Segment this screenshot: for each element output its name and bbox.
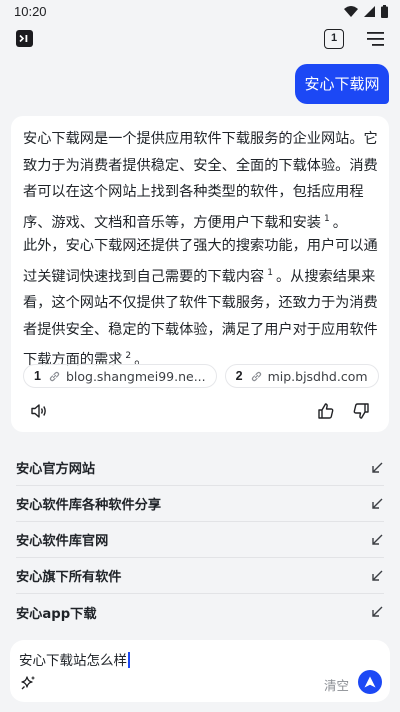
sparkle-icon[interactable] [19,674,37,696]
app-logo-icon[interactable] [16,30,33,47]
speaker-icon[interactable] [30,403,48,423]
wifi-icon [344,6,358,17]
source-domain: mip.bjsdhd.com [267,368,368,384]
status-bar: 10:20 [0,0,400,24]
suggestion-label: 安心官方网站 [16,462,96,477]
arrow-down-left-icon [370,605,384,619]
status-icons [344,5,388,18]
sources-list: 1 blog.shangmei99.ne... 2 mip.bjsdhd.com [23,364,379,388]
arrow-down-left-icon [370,497,384,511]
source-chip[interactable]: 1 blog.shangmei99.ne... [23,364,217,388]
battery-icon [381,5,388,18]
tabs-button[interactable]: 1 [324,29,344,49]
user-message-bubble: 安心下载网 [295,64,389,104]
citation-ref[interactable]: 1 [324,214,330,224]
chat-input-box[interactable]: 安心下载站怎么样 清空 [10,640,390,702]
chat-input[interactable]: 安心下载站怎么样 [19,649,130,669]
answer-actions [11,399,389,425]
citation-ref[interactable]: 1 [267,268,273,278]
thumbs-down-icon[interactable] [352,402,370,424]
suggestion-list: 安心官方网站 安心软件库各种软件分享 安心软件库官网 安心旗下所有软件 安心ap… [16,450,384,630]
send-button[interactable] [358,670,382,694]
signal-icon [364,6,375,17]
citation-ref[interactable]: 2 [125,351,131,361]
source-domain: blog.shangmei99.ne... [65,368,206,384]
suggestion-label: 安心软件库官网 [16,534,109,549]
source-number: 2 [235,369,243,383]
link-icon [49,371,60,382]
send-icon [364,676,376,688]
arrow-down-left-icon [370,569,384,583]
suggestion-item[interactable]: 安心官方网站 [16,450,384,486]
source-chip[interactable]: 2 mip.bjsdhd.com [224,364,379,388]
suggestion-item[interactable]: 安心软件库各种软件分享 [16,486,384,522]
menu-icon[interactable] [366,30,386,48]
thumbs-up-icon[interactable] [317,402,335,424]
status-time: 10:20 [14,4,47,19]
suggestion-label: 安心旗下所有软件 [16,570,122,585]
answer-paragraph-2: 此外，安心下载网还提供了强大的搜索功能，用户可以通过关键词快速找到自己需要的下载… [23,233,383,374]
arrow-down-left-icon [370,533,384,547]
suggestion-item[interactable]: 安心软件库官网 [16,522,384,558]
answer-card: 安心下载网是一个提供应用软件下载服务的企业网站。它致力于为消费者提供稳定、安全、… [11,116,389,432]
suggestion-label: 安心app下载 [16,606,97,622]
app-bar: 1 [0,26,400,52]
link-icon [251,371,262,382]
clear-button[interactable]: 清空 [324,675,349,694]
arrow-down-left-icon [370,461,384,475]
answer-paragraph-1: 安心下载网是一个提供应用软件下载服务的企业网站。它致力于为消费者提供稳定、安全、… [23,126,383,236]
source-number: 1 [34,369,41,383]
suggestion-label: 安心软件库各种软件分享 [16,498,162,513]
answer-text: 。 [332,214,347,231]
chat-input-value: 安心下载站怎么样 [19,653,127,669]
text-caret [128,652,130,668]
suggestion-item[interactable]: 安心app下载 [16,594,384,630]
suggestion-item[interactable]: 安心旗下所有软件 [16,558,384,594]
